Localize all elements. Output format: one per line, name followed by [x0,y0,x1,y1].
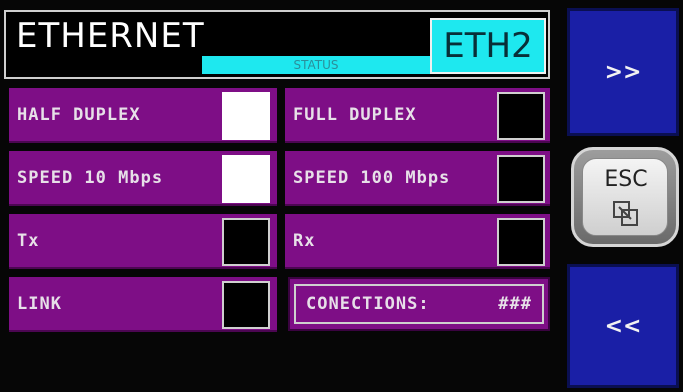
half-duplex-label: HALF DUPLEX [17,104,141,125]
next-page-button[interactable]: >> [567,8,679,136]
speed-100-indicator [497,155,545,203]
link-label: LINK [17,293,62,314]
half-duplex-indicator [222,92,270,140]
tx-indicator [222,218,270,266]
header-panel: ETHERNET STATUS ETH2 [4,10,550,79]
speed-10-label: SPEED 10 Mbps [17,167,164,188]
full-duplex-label: FULL DUPLEX [293,104,417,125]
rx-indicator [497,218,545,266]
rx-label: Rx [293,230,316,251]
window-swap-icon [613,201,638,226]
link-indicator [222,281,270,329]
connections-label: CONECTIONS: [306,294,430,314]
page-title: ETHERNET [16,16,205,56]
interface-badge: ETH2 [430,18,546,74]
esc-button-face: ESC [582,158,668,236]
esc-label: ESC [604,167,648,192]
esc-button[interactable]: ESC [571,147,679,247]
previous-page-button[interactable]: << [567,264,679,388]
connections-frame: CONECTIONS: ### [294,284,544,324]
speed-10-indicator [222,155,270,203]
speed-100-label: SPEED 100 Mbps [293,167,451,188]
connections-value: ### [498,294,532,314]
full-duplex-indicator [497,92,545,140]
connections-panel: CONECTIONS: ### [288,277,550,331]
status-bar: STATUS [202,56,430,74]
tx-label: Tx [17,230,40,251]
